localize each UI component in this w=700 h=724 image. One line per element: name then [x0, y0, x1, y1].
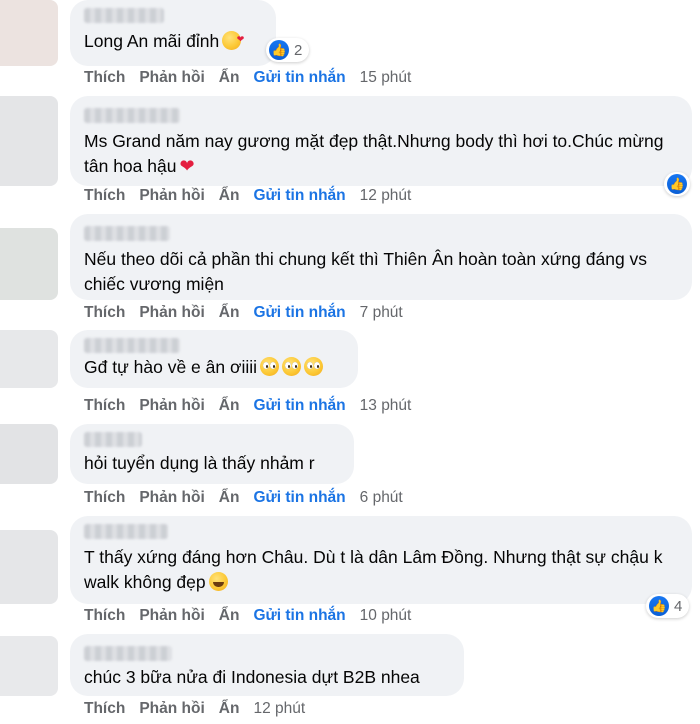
reply-button[interactable]: Phản hồi: [139, 700, 204, 718]
laughing-face-emoji: [208, 572, 228, 591]
avatar[interactable]: [0, 636, 58, 696]
timestamp[interactable]: 12 phút: [253, 700, 305, 718]
timestamp[interactable]: 13 phút: [360, 397, 412, 415]
reply-button[interactable]: Phản hồi: [139, 607, 204, 625]
heart-emoji: [179, 154, 197, 179]
comment-actions: Thích Phản hồi Ẩn Gửi tin nhắn 13 phút: [84, 396, 425, 416]
send-message-button[interactable]: Gửi tin nhắn: [253, 607, 345, 625]
comment-actions: Thích Phản hồi Ẩn Gửi tin nhắn 6 phút: [84, 488, 417, 508]
comment-text: Ms Grand năm nay gương mặt đẹp thật.Nhưn…: [84, 129, 678, 179]
comment-actions: Thích Phản hồi Ẩn 12 phút: [84, 699, 319, 719]
reply-button[interactable]: Phản hồi: [139, 304, 204, 322]
avatar[interactable]: [0, 96, 58, 186]
reply-button[interactable]: Phản hồi: [139, 397, 204, 415]
comment-bubble: T thấy xứng đáng hơn Châu. Dù t là dân L…: [70, 516, 692, 604]
commenter-name[interactable]: [84, 432, 142, 447]
pleading-face-emoji: [260, 357, 280, 376]
comment-actions: Thích Phản hồi Ẩn Gửi tin nhắn 7 phút: [84, 303, 417, 323]
hide-button[interactable]: Ẩn: [219, 700, 240, 718]
hide-button[interactable]: Ẩn: [219, 69, 240, 87]
like-button[interactable]: Thích: [84, 700, 125, 718]
like-button[interactable]: Thích: [84, 607, 125, 625]
avatar[interactable]: [0, 330, 58, 388]
comment-text: chúc 3 bữa nửa đi Indonesia dựt B2B nhea: [84, 667, 420, 687]
reply-button[interactable]: Phản hồi: [139, 69, 204, 87]
avatar[interactable]: [0, 424, 58, 484]
comment-text: hỏi tuyển dụng là thấy nhảm r: [84, 453, 315, 473]
comment-bubble: hỏi tuyển dụng là thấy nhảm r: [70, 424, 354, 484]
like-button[interactable]: Thích: [84, 187, 125, 205]
timestamp[interactable]: 15 phút: [360, 69, 412, 87]
timestamp[interactable]: 12 phút: [360, 187, 412, 205]
hide-button[interactable]: Ẩn: [219, 607, 240, 625]
reaction-badge[interactable]: 👍 2: [266, 38, 310, 62]
comment-text: T thấy xứng đáng hơn Châu. Dù t là dân L…: [84, 547, 663, 592]
comment-bubble: Gđ tự hào về e ân ơiiii: [70, 330, 358, 388]
pleading-face-emoji: [304, 357, 324, 376]
comment-bubble: Nếu theo dõi cả phần thi chung kết thì T…: [70, 214, 692, 300]
commenter-name[interactable]: [84, 226, 170, 241]
comment-text: Gđ tự hào về e ân ơiiii: [84, 355, 344, 380]
like-button[interactable]: Thích: [84, 69, 125, 87]
commenter-name[interactable]: [84, 524, 168, 539]
commenter-name[interactable]: [84, 646, 172, 661]
reaction-badge[interactable]: 👍: [664, 172, 690, 196]
comment-actions: Thích Phản hồi Ẩn Gửi tin nhắn 10 phút: [84, 606, 425, 626]
reaction-badge[interactable]: 👍 4: [646, 594, 690, 618]
like-icon: 👍: [649, 596, 669, 616]
commenter-name[interactable]: [84, 338, 180, 353]
comment-bubble: Ms Grand năm nay gương mặt đẹp thật.Nhưn…: [70, 96, 692, 186]
avatar[interactable]: [0, 530, 58, 604]
like-icon: 👍: [667, 174, 687, 194]
hide-button[interactable]: Ẩn: [219, 304, 240, 322]
commenter-name[interactable]: [84, 108, 180, 123]
reply-button[interactable]: Phản hồi: [139, 489, 204, 507]
like-button[interactable]: Thích: [84, 397, 125, 415]
like-icon: 👍: [269, 40, 289, 60]
send-message-button[interactable]: Gửi tin nhắn: [253, 489, 345, 507]
comment-actions: Thích Phản hồi Ẩn Gửi tin nhắn 12 phút: [84, 186, 425, 206]
comment-text: Nếu theo dõi cả phần thi chung kết thì T…: [84, 249, 648, 294]
kissing-face-emoji: [222, 27, 244, 52]
like-button[interactable]: Thích: [84, 304, 125, 322]
avatar[interactable]: [0, 228, 58, 300]
send-message-button[interactable]: Gửi tin nhắn: [253, 397, 345, 415]
commenter-name[interactable]: [84, 8, 164, 23]
hide-button[interactable]: Ẩn: [219, 489, 240, 507]
reply-button[interactable]: Phản hồi: [139, 187, 204, 205]
comment-actions: Thích Phản hồi Ẩn Gửi tin nhắn 15 phút: [84, 68, 425, 88]
send-message-button[interactable]: Gửi tin nhắn: [253, 69, 345, 87]
send-message-button[interactable]: Gửi tin nhắn: [253, 187, 345, 205]
timestamp[interactable]: 10 phút: [360, 607, 412, 625]
timestamp[interactable]: 7 phút: [360, 304, 403, 322]
timestamp[interactable]: 6 phút: [360, 489, 403, 507]
send-message-button[interactable]: Gửi tin nhắn: [253, 304, 345, 322]
comment-bubble: chúc 3 bữa nửa đi Indonesia dựt B2B nhea: [70, 634, 464, 696]
pleading-face-emoji: [282, 357, 302, 376]
comment-text: Long An mãi đỉnh: [84, 27, 262, 54]
comment-bubble: Long An mãi đỉnh: [70, 0, 276, 66]
avatar[interactable]: [0, 0, 58, 66]
like-button[interactable]: Thích: [84, 489, 125, 507]
hide-button[interactable]: Ẩn: [219, 397, 240, 415]
hide-button[interactable]: Ẩn: [219, 187, 240, 205]
